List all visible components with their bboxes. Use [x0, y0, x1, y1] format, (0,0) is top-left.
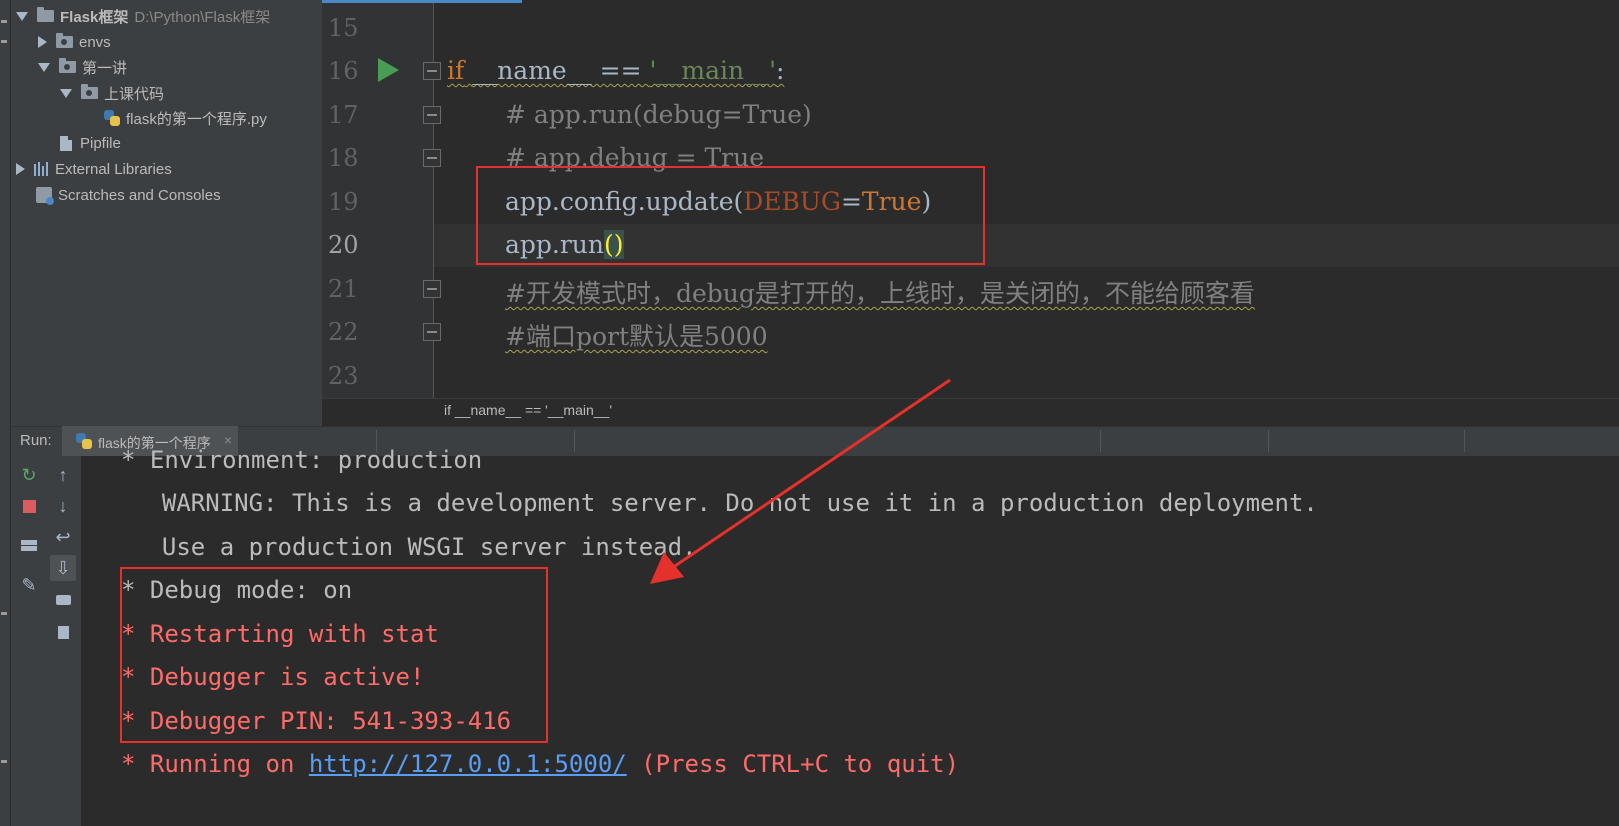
line-number: 22 [328, 318, 359, 346]
line-number: 19 [328, 188, 359, 216]
console-line-wsgi: Use a production WSGI server instead. [133, 533, 697, 561]
run-play-icon[interactable] [378, 58, 399, 82]
annotation-box-code [476, 166, 985, 265]
tree-item-scratches[interactable]: Scratches and Consoles [36, 183, 221, 207]
running-prefix: * Running on [121, 750, 309, 778]
collapse-arrow-icon[interactable] [38, 36, 47, 48]
layout-icon[interactable] [16, 532, 42, 558]
project-tool-tab[interactable] [1, 20, 7, 23]
structure-tool-tab[interactable] [1, 612, 7, 615]
tree-item-label: flask的第一个程序.py [126, 110, 267, 128]
fold-marker-icon[interactable] [423, 280, 441, 298]
python-file-icon [104, 110, 120, 126]
active-editor-tab-indicator [322, 0, 522, 3]
project-root-path: D:\Python\Flask框架 [134, 8, 271, 26]
scroll-to-end-icon[interactable]: ⇩ [50, 555, 76, 581]
equality-operator: == [591, 56, 650, 85]
annotation-box-console [120, 567, 548, 743]
line-number: 17 [328, 101, 359, 129]
rerun-icon[interactable]: ↻ [16, 462, 42, 488]
line-number-current: 20 [328, 231, 359, 259]
fold-marker-icon[interactable] [423, 106, 441, 124]
code-line-16: if __name__ == '__main__': [447, 56, 784, 85]
tree-item-label: External Libraries [55, 160, 172, 178]
left-tool-strip [0, 0, 11, 826]
line-number: 18 [328, 144, 359, 172]
line-number: 23 [328, 362, 359, 390]
project-root-name: Flask框架 [60, 8, 129, 26]
code-line-21: #开发模式时，debug是打开的，上线时，是关闭的，不能给顾客看 [505, 279, 1255, 308]
line-number: 16 [328, 57, 359, 85]
header-divider [1464, 430, 1465, 452]
tree-item-class-code[interactable]: 上课代码 [60, 81, 164, 105]
header-divider [1100, 430, 1101, 452]
tree-item-label: envs [79, 33, 111, 51]
python-run-icon [76, 433, 92, 449]
tree-item-lecture-one[interactable]: 第一讲 [38, 55, 127, 79]
folder-icon [59, 58, 76, 73]
line-number: 21 [328, 275, 359, 303]
header-divider [574, 430, 575, 452]
run-window-label: Run: [20, 432, 52, 449]
tree-item-label: Scratches and Consoles [58, 186, 221, 204]
code-line-22: #端口port默认是5000 [505, 322, 768, 351]
clear-all-icon[interactable] [50, 618, 76, 644]
library-icon [34, 162, 48, 176]
expand-arrow-icon[interactable] [38, 62, 50, 72]
scroll-down-icon[interactable]: ↓ [50, 493, 76, 519]
tree-item-label: 第一讲 [82, 59, 128, 77]
tree-item-label: Pipfile [80, 134, 121, 152]
folder-icon [56, 33, 73, 48]
tree-item-flask-file[interactable]: flask的第一个程序.py [104, 106, 267, 130]
console-line-running: * Running on http://127.0.0.1:5000/ (Pre… [121, 750, 959, 778]
breadcrumb[interactable]: if __name__ == '__main__' [444, 402, 612, 418]
line-number: 15 [328, 14, 359, 42]
print-icon[interactable] [50, 587, 76, 613]
fold-marker-icon[interactable] [423, 62, 441, 80]
folder-icon [81, 84, 98, 99]
scroll-up-icon[interactable]: ↑ [50, 462, 76, 488]
tree-item-envs[interactable]: envs [38, 30, 111, 54]
stop-icon[interactable] [16, 493, 42, 519]
code-line-17: # app.run(debug=True) [505, 100, 812, 129]
expand-arrow-icon[interactable] [16, 11, 28, 21]
file-icon [60, 135, 72, 151]
fold-marker-icon[interactable] [423, 323, 441, 341]
project-tool-tab-marker [1, 40, 7, 43]
tree-item-label: 上课代码 [104, 85, 165, 103]
expand-arrow-icon[interactable] [60, 88, 72, 98]
keyword-if: if [447, 56, 465, 85]
fold-marker-icon[interactable] [423, 149, 441, 167]
running-suffix: (Press CTRL+C to quit) [626, 750, 960, 778]
dunder-name: __name__ [472, 56, 592, 85]
tree-item-external-libraries[interactable]: External Libraries [16, 157, 172, 181]
colon: : [775, 56, 785, 85]
scratches-icon [36, 187, 54, 205]
soft-wrap-icon[interactable]: ↩ [50, 524, 76, 550]
tree-item-pipfile[interactable]: Pipfile [60, 131, 121, 155]
collapse-arrow-icon[interactable] [16, 163, 25, 175]
header-divider [1268, 430, 1269, 452]
folder-icon [37, 7, 54, 22]
main-string: '__main__' [649, 56, 776, 85]
pin-icon[interactable]: ✎ [16, 572, 42, 598]
console-line-environment: * Environment: production [121, 446, 483, 474]
console-line-warning: WARNING: This is a development server. D… [133, 489, 1318, 517]
favorites-tool-tab[interactable] [1, 760, 7, 763]
tree-item-project-root[interactable]: Flask框架 D:\Python\Flask框架 [16, 4, 270, 28]
server-url-link[interactable]: http://127.0.0.1:5000/ [309, 750, 627, 778]
